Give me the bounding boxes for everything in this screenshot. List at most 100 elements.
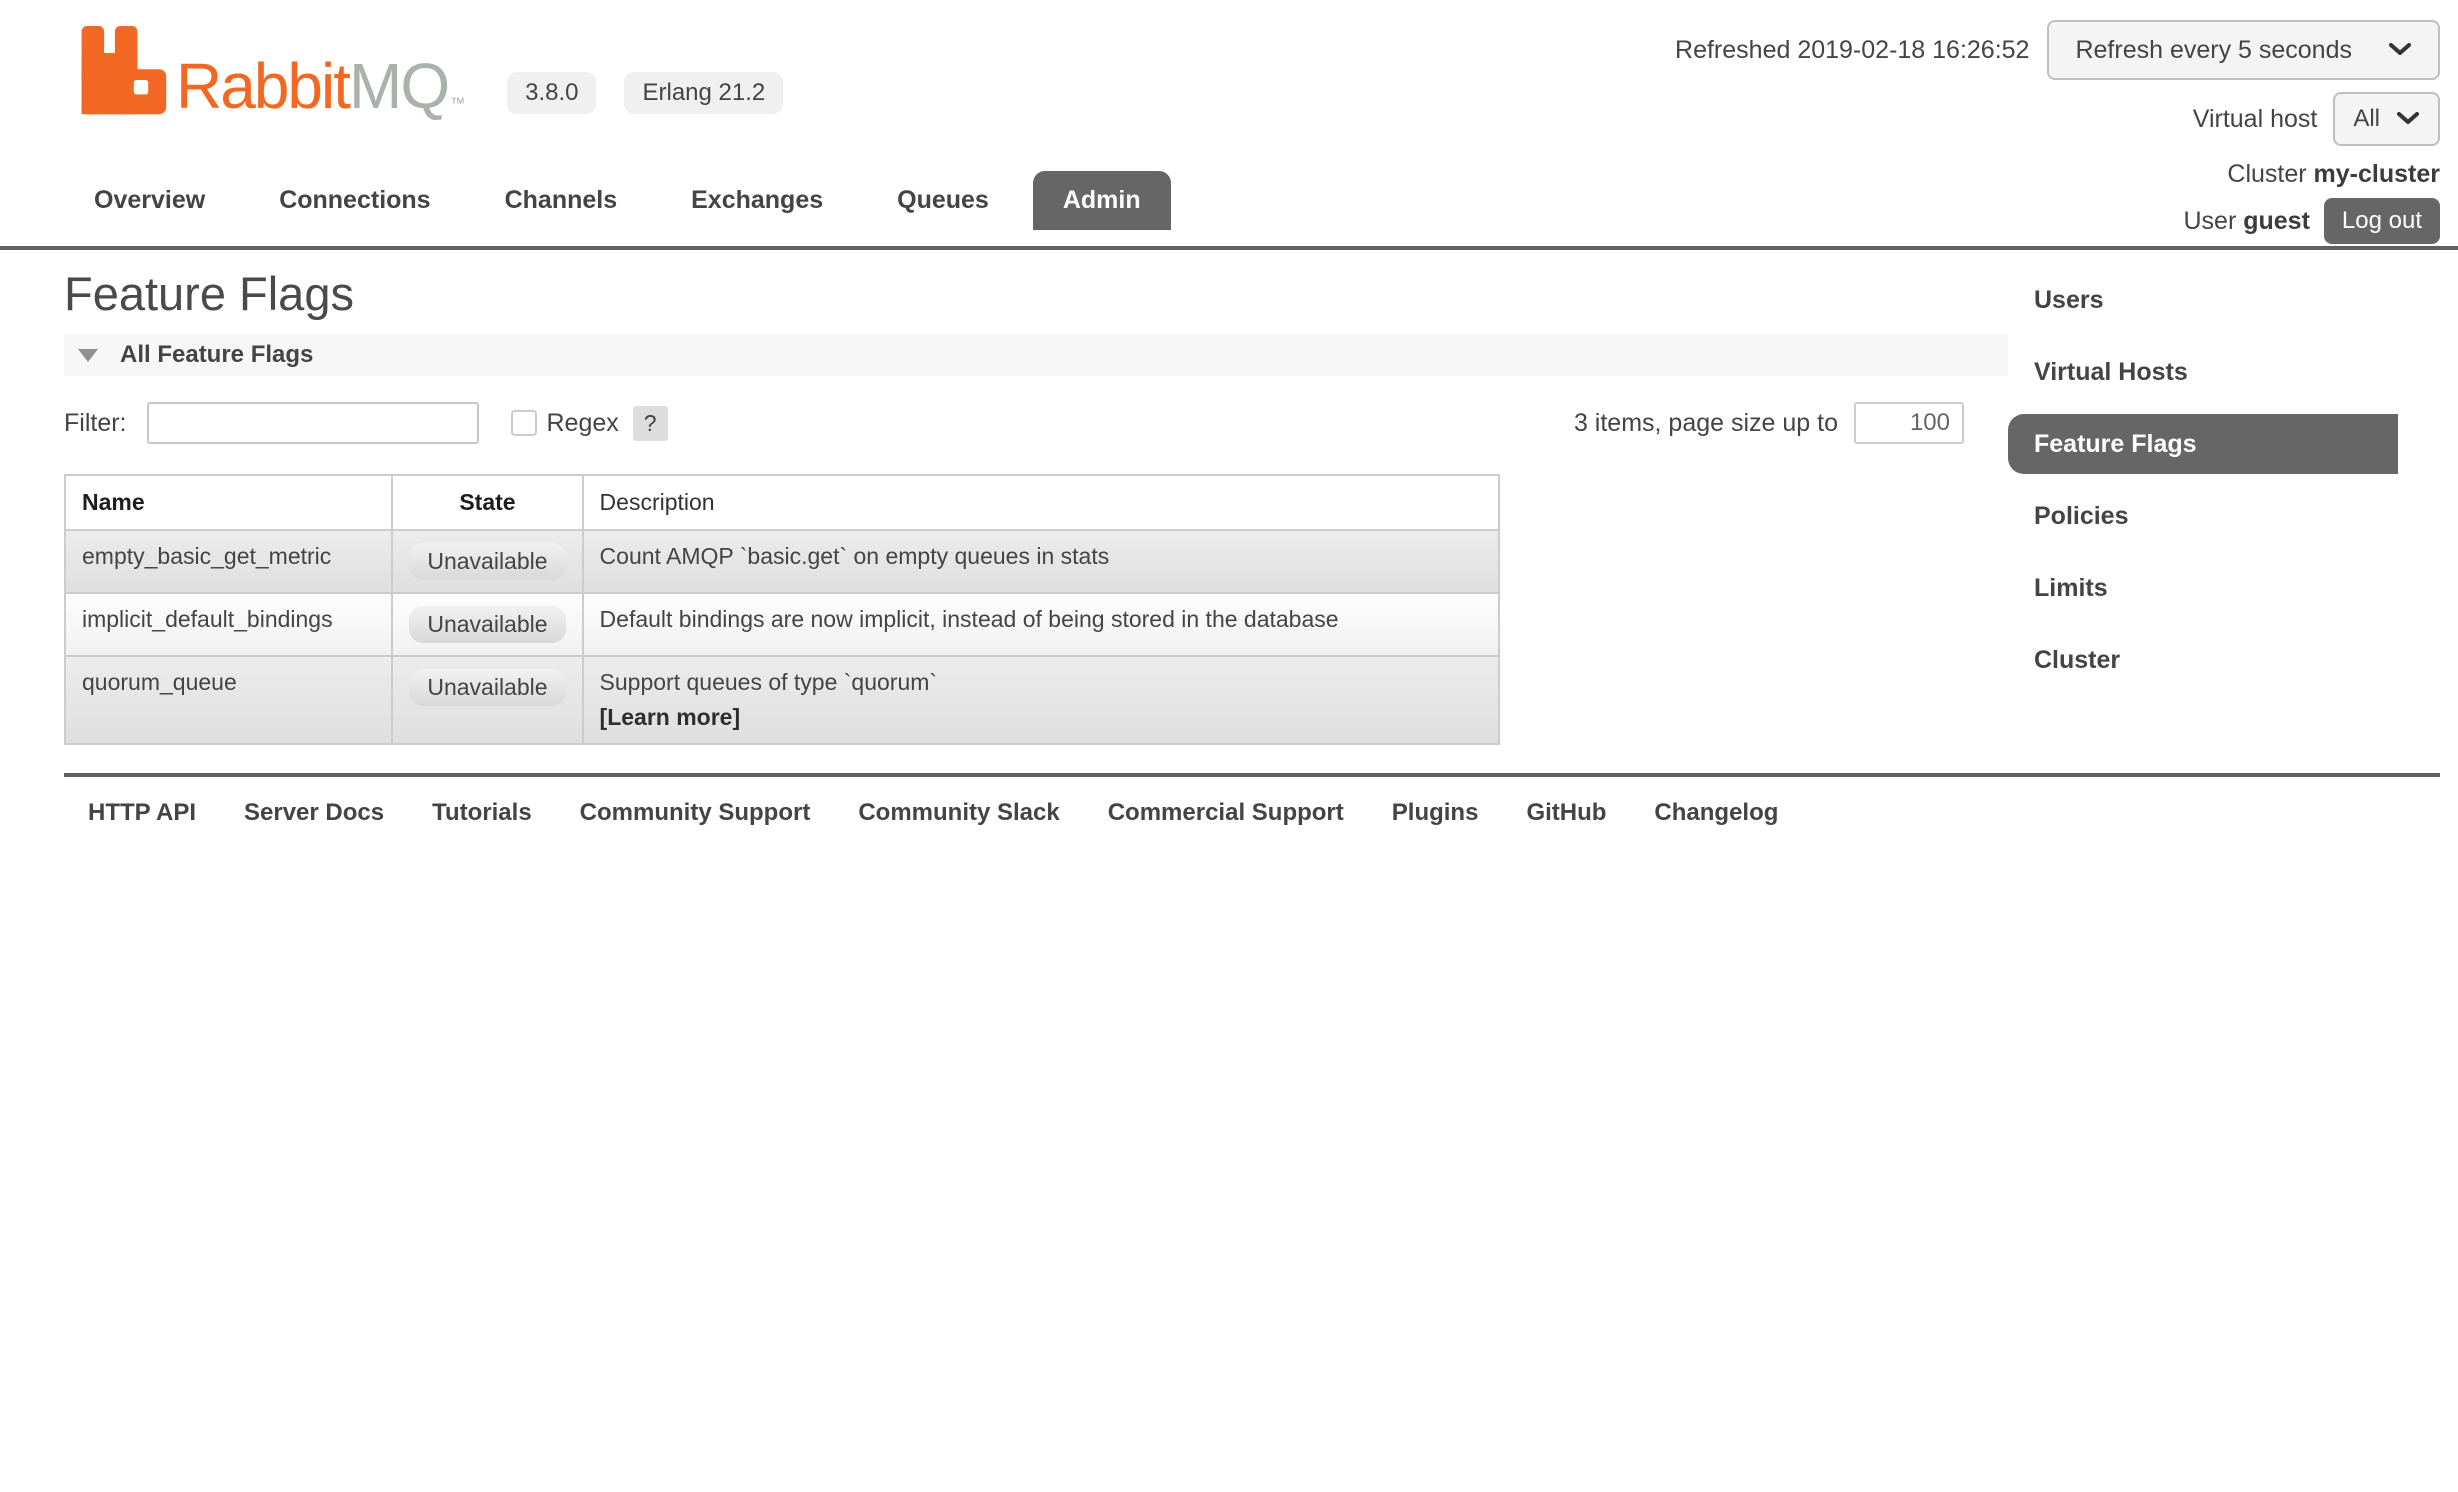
sidebar-item: Virtual Hosts xyxy=(2008,336,2458,408)
items-count-text: 3 items, page size up to xyxy=(1574,409,1838,438)
refresh-interval-dropdown[interactable]: Refresh every 5 seconds xyxy=(2047,20,2440,80)
virtual-host-row: Virtual host All xyxy=(2193,92,2440,146)
brand-mq: MQ xyxy=(349,50,448,122)
sidebar-item: Users xyxy=(2008,264,2458,336)
sidebar-list: Users Virtual Hosts Feature Flags Polici… xyxy=(2008,264,2458,696)
sidebar-item-link[interactable]: Limits xyxy=(2008,558,2398,618)
cluster-info: Cluster my-cluster xyxy=(2227,160,2440,189)
erlang-version-badge: Erlang 21.2 xyxy=(624,72,783,114)
brand-rabbit: Rabbit xyxy=(176,50,349,122)
brand-wordmark: RabbitMQ xyxy=(176,57,448,116)
column-header[interactable]: Name xyxy=(65,475,392,530)
description-text: Count AMQP `basic.get` on empty queues i… xyxy=(600,543,1482,570)
refresh-interval-value: Refresh every 5 seconds xyxy=(2075,36,2352,65)
header-right: Refreshed 2019-02-18 16:26:52 Refresh ev… xyxy=(1675,20,2440,244)
nav-tab[interactable]: Channels xyxy=(475,171,648,230)
footer-link[interactable]: Plugins xyxy=(1392,799,1479,827)
admin-sidebar: Users Virtual Hosts Feature Flags Polici… xyxy=(2008,264,2458,696)
footer-link[interactable]: HTTP API xyxy=(88,799,196,827)
all-feature-flags-section-header[interactable]: All Feature Flags xyxy=(64,334,2008,376)
footer-link[interactable]: GitHub xyxy=(1526,799,1606,827)
page-title: Feature Flags xyxy=(64,266,2008,322)
sidebar-item: Cluster xyxy=(2008,624,2458,696)
rabbitmq-management-page: RabbitMQ ™ 3.8.0 Erlang 21.2 Refreshed 2… xyxy=(0,0,2458,1492)
user-info: User guest Log out xyxy=(2183,198,2440,244)
sidebar-item-link[interactable]: Cluster xyxy=(2008,630,2398,690)
refreshed-timestamp: Refreshed 2019-02-18 16:26:52 xyxy=(1675,36,2029,65)
table-body: empty_basic_get_metric Unavailable Count… xyxy=(65,530,1499,744)
table-row: implicit_default_bindings Unavailable De… xyxy=(65,593,1499,656)
column-header[interactable]: Description xyxy=(583,475,1499,530)
help-icon[interactable]: ? xyxy=(633,406,668,441)
learn-more-link[interactable]: [Learn more] xyxy=(600,704,1482,731)
sidebar-item-link[interactable]: Users xyxy=(2008,270,2398,330)
table-row: empty_basic_get_metric Unavailable Count… xyxy=(65,530,1499,593)
nav-tab[interactable]: Admin xyxy=(1033,171,1171,230)
header: RabbitMQ ™ 3.8.0 Erlang 21.2 Refreshed 2… xyxy=(0,0,2458,250)
description-text: Support queues of type `quorum` xyxy=(600,669,1482,696)
regex-label: Regex xyxy=(547,409,619,438)
nav-tab[interactable]: Exchanges xyxy=(661,171,853,230)
table-header: Name State Description xyxy=(65,475,1499,530)
feature-flag-state-cell: Unavailable xyxy=(392,593,582,656)
feature-flag-name-cell: implicit_default_bindings xyxy=(65,593,392,656)
footer-link[interactable]: Server Docs xyxy=(244,799,384,827)
feature-flag-description-cell: Count AMQP `basic.get` on empty queues i… xyxy=(583,530,1499,593)
nav-tab[interactable]: Connections xyxy=(249,171,460,230)
filter-row: Filter: Regex ? 3 items, page size up to xyxy=(64,402,2008,444)
footer-link[interactable]: Tutorials xyxy=(432,799,532,827)
column-header[interactable]: State xyxy=(392,475,582,530)
footer-link[interactable]: Community Support xyxy=(580,799,811,827)
table-header-row: Name State Description xyxy=(65,475,1499,530)
user-name: guest xyxy=(2243,207,2310,235)
nav-tab[interactable]: Overview xyxy=(64,171,235,230)
pagination-group: 3 items, page size up to xyxy=(1574,402,1964,444)
footer-link[interactable]: Changelog xyxy=(1654,799,1778,827)
chevron-down-icon xyxy=(2388,43,2412,57)
feature-flag-state-cell: Unavailable xyxy=(392,656,582,744)
page-size-input[interactable] xyxy=(1854,402,1964,444)
table-row: quorum_queue Unavailable Support queues … xyxy=(65,656,1499,744)
state-badge: Unavailable xyxy=(409,543,565,580)
chevron-down-icon xyxy=(2396,112,2420,126)
sidebar-item: Limits xyxy=(2008,552,2458,624)
filter-input[interactable] xyxy=(147,402,479,444)
nav-tabs: Overview Connections Channels Exchanges … xyxy=(64,171,1185,230)
cluster-label: Cluster xyxy=(2227,160,2306,188)
cluster-name: my-cluster xyxy=(2314,160,2440,188)
sidebar-item-link[interactable]: Virtual Hosts xyxy=(2008,342,2398,402)
version-badge: 3.8.0 xyxy=(507,72,596,114)
feature-flags-table: Name State Description empty_basic_get_m… xyxy=(64,474,1500,745)
main-panel: Feature Flags All Feature Flags Filter: … xyxy=(64,250,2008,745)
state-badge: Unavailable xyxy=(409,606,565,643)
virtual-host-label: Virtual host xyxy=(2193,105,2318,134)
virtual-host-dropdown[interactable]: All xyxy=(2333,92,2440,146)
regex-checkbox[interactable] xyxy=(511,410,537,436)
section-title: All Feature Flags xyxy=(120,341,313,369)
user-label-and-name: User guest xyxy=(2183,207,2309,236)
filter-label: Filter: xyxy=(64,409,127,438)
feature-flag-description-cell: Default bindings are now implicit, inste… xyxy=(583,593,1499,656)
sidebar-item-link[interactable]: Policies xyxy=(2008,486,2398,546)
footer: HTTP API Server Docs Tutorials Community… xyxy=(64,773,2440,827)
feature-flag-state-cell: Unavailable xyxy=(392,530,582,593)
collapse-triangle-icon xyxy=(78,349,98,362)
trademark-symbol: ™ xyxy=(450,95,465,112)
sidebar-item-link[interactable]: Feature Flags xyxy=(2008,414,2398,474)
footer-link[interactable]: Community Slack xyxy=(858,799,1059,827)
version-badges: 3.8.0 Erlang 21.2 xyxy=(507,72,783,114)
user-label: User xyxy=(2183,207,2236,235)
logo[interactable]: RabbitMQ ™ 3.8.0 Erlang 21.2 xyxy=(78,26,783,116)
feature-flag-name-cell: empty_basic_get_metric xyxy=(65,530,392,593)
logout-button[interactable]: Log out xyxy=(2324,198,2440,244)
virtual-host-value: All xyxy=(2353,105,2380,133)
description-text: Default bindings are now implicit, inste… xyxy=(600,606,1482,633)
rabbitmq-rabbit-icon xyxy=(78,26,168,116)
nav-tab[interactable]: Queues xyxy=(867,171,1019,230)
footer-link[interactable]: Commercial Support xyxy=(1108,799,1344,827)
footer-links: HTTP API Server Docs Tutorials Community… xyxy=(88,799,2440,827)
feature-flag-description-cell: Support queues of type `quorum` [Learn m… xyxy=(583,656,1499,744)
sidebar-item: Policies xyxy=(2008,480,2458,552)
refresh-row: Refreshed 2019-02-18 16:26:52 Refresh ev… xyxy=(1675,20,2440,80)
state-badge: Unavailable xyxy=(409,669,565,706)
